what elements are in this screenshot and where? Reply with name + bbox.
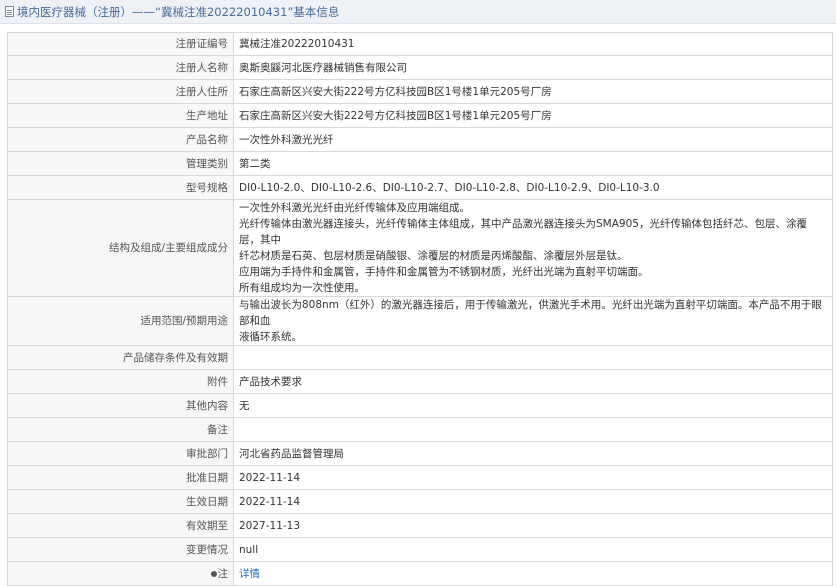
row-value: 一次性外科激光光纤由光纤传输体及应用端组成。 光纤传输体由激光器连接头，光纤传输… — [233, 199, 833, 297]
row-value — [233, 345, 833, 370]
row-valid-until: 有效期至 2027-11-13 — [7, 513, 833, 538]
row-storage-conditions: 产品储存条件及有效期 — [7, 345, 833, 370]
row-label: 变更情况 — [7, 537, 234, 562]
page-title: 境内医疗器械（注册）——“冀械注准20222010431”基本信息 — [17, 4, 340, 19]
row-product-name: 产品名称 一次性外科激光光纤 — [7, 127, 833, 152]
row-label: 适用范围/预期用途 — [7, 296, 234, 346]
row-label: 型号规格 — [7, 175, 234, 200]
row-model-spec: 型号规格 DI0-L10-2.0、DI0-L10-2.6、DI0-L10-2.7… — [7, 175, 833, 200]
text-line: 光纤传输体由激光器连接头，光纤传输体主体组成，其中产品激光器连接头为SMA905… — [239, 218, 807, 246]
text-line: 所有组成均为一次性使用。 — [239, 282, 365, 294]
row-label: 生效日期 — [7, 489, 234, 514]
row-label: 产品名称 — [7, 127, 234, 152]
row-value: 详情 — [233, 561, 833, 586]
row-approval-date: 批准日期 2022-11-14 — [7, 465, 833, 490]
row-structure-composition: 结构及组成/主要组成成分 一次性外科激光光纤由光纤传输体及应用端组成。 光纤传输… — [7, 199, 833, 297]
row-label: 其他内容 — [7, 393, 234, 418]
row-value: 产品技术要求 — [233, 369, 833, 394]
row-value: 2022-11-14 — [233, 489, 833, 514]
row-value: 冀械注准20222010431 — [233, 32, 833, 56]
row-label: 注册人住所 — [7, 79, 234, 104]
row-effective-date: 生效日期 2022-11-14 — [7, 489, 833, 514]
row-label: 有效期至 — [7, 513, 234, 538]
row-label: 审批部门 — [7, 441, 234, 466]
text-line: 与输出波长为808nm（红外）的激光器连接后，用于传输激光，供激光手术用。光纤出… — [239, 299, 822, 327]
row-label: 注册人名称 — [7, 55, 234, 80]
pin-icon — [210, 570, 217, 577]
row-attachment: 附件 产品技术要求 — [7, 369, 833, 394]
row-registrant-address: 注册人住所 石家庄高新区兴安大街222号方亿科技园B区1号楼1单元205号厂房 — [7, 79, 833, 104]
row-approval-dept: 审批部门 河北省药品监督管理局 — [7, 441, 833, 466]
row-other-content: 其他内容 无 — [7, 393, 833, 418]
row-value: 无 — [233, 393, 833, 418]
row-value: null — [233, 537, 833, 562]
row-intended-use: 适用范围/预期用途 与输出波长为808nm（红外）的激光器连接后，用于传输激光，… — [7, 296, 833, 346]
document-icon — [5, 6, 14, 17]
info-table: 注册证编号 冀械注准20222010431 注册人名称 奥斯奥鼷河北医疗器械销售… — [7, 32, 833, 586]
row-value: DI0-L10-2.0、DI0-L10-2.6、DI0-L10-2.7、DI0-… — [233, 175, 833, 200]
row-label: 批准日期 — [7, 465, 234, 490]
row-change-status: 变更情况 null — [7, 537, 833, 562]
text-line: 一次性外科激光光纤由光纤传输体及应用端组成。 — [239, 202, 470, 214]
row-label: 附件 — [7, 369, 234, 394]
row-label: 注册证编号 — [7, 32, 234, 56]
row-label: 结构及组成/主要组成成分 — [7, 199, 234, 297]
row-note: 注 详情 — [7, 561, 833, 586]
row-value: 石家庄高新区兴安大街222号方亿科技园B区1号楼1单元205号厂房 — [233, 103, 833, 128]
text-line: 应用端为手持件和金属管，手持件和金属管为不锈钢材质，光纤出光端为直射平切端面。 — [239, 266, 649, 278]
row-management-class: 管理类别 第二类 — [7, 151, 833, 176]
row-remarks: 备注 — [7, 417, 833, 442]
row-value: 石家庄高新区兴安大街222号方亿科技园B区1号楼1单元205号厂房 — [233, 79, 833, 104]
row-value: 奥斯奥鼷河北医疗器械销售有限公司 — [233, 55, 833, 80]
row-value: 一次性外科激光光纤 — [233, 127, 833, 152]
row-label: 注 — [7, 561, 234, 586]
row-label: 产品储存条件及有效期 — [7, 345, 234, 370]
row-label: 备注 — [7, 417, 234, 442]
text-line: 液循环系统。 — [239, 331, 302, 343]
row-label: 生产地址 — [7, 103, 234, 128]
row-value: 与输出波长为808nm（红外）的激光器连接后，用于传输激光，供激光手术用。光纤出… — [233, 296, 833, 346]
row-value: 2027-11-13 — [233, 513, 833, 538]
row-value: 2022-11-14 — [233, 465, 833, 490]
row-registrant-name: 注册人名称 奥斯奥鼷河北医疗器械销售有限公司 — [7, 55, 833, 80]
text-line: 纤芯材质是石英、包层材质是硝酸银、涂覆层的材质是丙烯酸酯、涂覆层外层是钛。 — [239, 250, 628, 262]
row-value: 河北省药品监督管理局 — [233, 441, 833, 466]
row-label: 管理类别 — [7, 151, 234, 176]
page-header: 境内医疗器械（注册）——“冀械注准20222010431”基本信息 — [0, 0, 836, 24]
row-production-address: 生产地址 石家庄高新区兴安大街222号方亿科技园B区1号楼1单元205号厂房 — [7, 103, 833, 128]
row-registration-no: 注册证编号 冀械注准20222010431 — [7, 32, 833, 56]
row-value: 第二类 — [233, 151, 833, 176]
row-value — [233, 417, 833, 442]
